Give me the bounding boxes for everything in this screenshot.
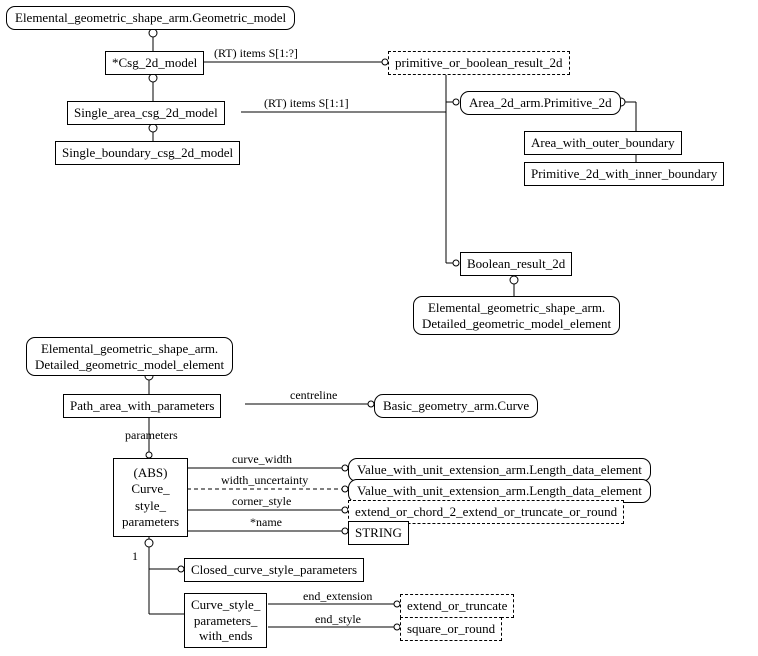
text: Area_2d_arm.Primitive_2d	[469, 95, 612, 110]
node-detailed-geom-2: Elemental_geometric_shape_arm. Detailed_…	[26, 337, 233, 376]
node-string: STRING	[348, 521, 409, 545]
text: *Csg_2d_model	[112, 55, 197, 70]
label-name: *name	[250, 515, 282, 530]
text-a: Elemental_geometric_shape_arm.	[41, 341, 218, 356]
text: Path_area_with_parameters	[70, 398, 214, 413]
node-closed-curve-style: Closed_curve_style_parameters	[184, 558, 364, 582]
node-primitive-inner-boundary: Primitive_2d_with_inner_boundary	[524, 162, 724, 186]
text: Area_with_outer_boundary	[531, 135, 675, 150]
node-single-area-csg: Single_area_csg_2d_model	[67, 101, 225, 125]
label-corner-style: corner_style	[232, 494, 291, 509]
text-a: Curve_style_	[191, 597, 260, 612]
node-basic-geom-curve: Basic_geometry_arm.Curve	[374, 394, 538, 418]
node-single-boundary-csg: Single_boundary_csg_2d_model	[55, 141, 240, 165]
label-rt-items-1: (RT) items S[1:?]	[214, 46, 298, 61]
node-curve-style-ends: Curve_style_ parameters_ with_ends	[184, 593, 267, 648]
text: primitive_or_boolean_result_2d	[395, 55, 563, 70]
text-b: parameters_	[194, 613, 258, 628]
text-c: with_ends	[199, 628, 252, 643]
node-csg-2d-model: *Csg_2d_model	[105, 51, 204, 75]
text-b: Detailed_geometric_model_element	[35, 357, 224, 372]
label-parameters: parameters	[125, 428, 178, 443]
node-square-or-round: square_or_round	[400, 617, 502, 641]
text: Single_boundary_csg_2d_model	[62, 145, 233, 160]
label-end-extension: end_extension	[303, 589, 372, 604]
text: STRING	[355, 525, 402, 540]
text: Closed_curve_style_parameters	[191, 562, 357, 577]
node-path-area-params: Path_area_with_parameters	[63, 394, 221, 418]
text: Value_with_unit_extension_arm.Length_dat…	[357, 483, 642, 498]
text: Value_with_unit_extension_arm.Length_dat…	[357, 462, 642, 477]
node-detailed-geom-1: Elemental_geometric_shape_arm. Detailed_…	[413, 296, 620, 335]
text: Elemental_geometric_shape_arm.Geometric_…	[15, 10, 286, 25]
text: Primitive_2d_with_inner_boundary	[531, 166, 717, 181]
node-area-2d-primitive: Area_2d_arm.Primitive_2d	[460, 91, 621, 115]
label-one: 1	[132, 549, 138, 564]
label-width-uncertainty: width_uncertainty	[221, 473, 308, 488]
text: square_or_round	[407, 621, 495, 636]
text: Basic_geometry_arm.Curve	[383, 398, 529, 413]
text: Boolean_result_2d	[467, 256, 565, 271]
node-geometric-model: Elemental_geometric_shape_arm.Geometric_…	[6, 6, 295, 30]
label-curve-width: curve_width	[232, 452, 292, 467]
text-b: Curve_	[131, 481, 169, 496]
text: extend_or_chord_2_extend_or_truncate_or_…	[355, 504, 617, 519]
label-rt-items-2: (RT) items S[1:1]	[264, 96, 349, 111]
text-d: parameters	[122, 514, 179, 529]
node-curve-style-params: (ABS) Curve_ style_ parameters	[113, 458, 188, 537]
label-centreline: centreline	[290, 388, 337, 403]
node-primitive-or-boolean: primitive_or_boolean_result_2d	[388, 51, 570, 75]
node-area-outer-boundary: Area_with_outer_boundary	[524, 131, 682, 155]
text-c: style_	[135, 498, 166, 513]
text-b: Detailed_geometric_model_element	[422, 316, 611, 331]
text-a: (ABS)	[134, 465, 168, 480]
label-end-style: end_style	[315, 612, 361, 627]
node-boolean-result-2d: Boolean_result_2d	[460, 252, 572, 276]
node-extend-or-truncate: extend_or_truncate	[400, 594, 514, 618]
text-a: Elemental_geometric_shape_arm.	[428, 300, 605, 315]
text: Single_area_csg_2d_model	[74, 105, 218, 120]
text: extend_or_truncate	[407, 598, 507, 613]
